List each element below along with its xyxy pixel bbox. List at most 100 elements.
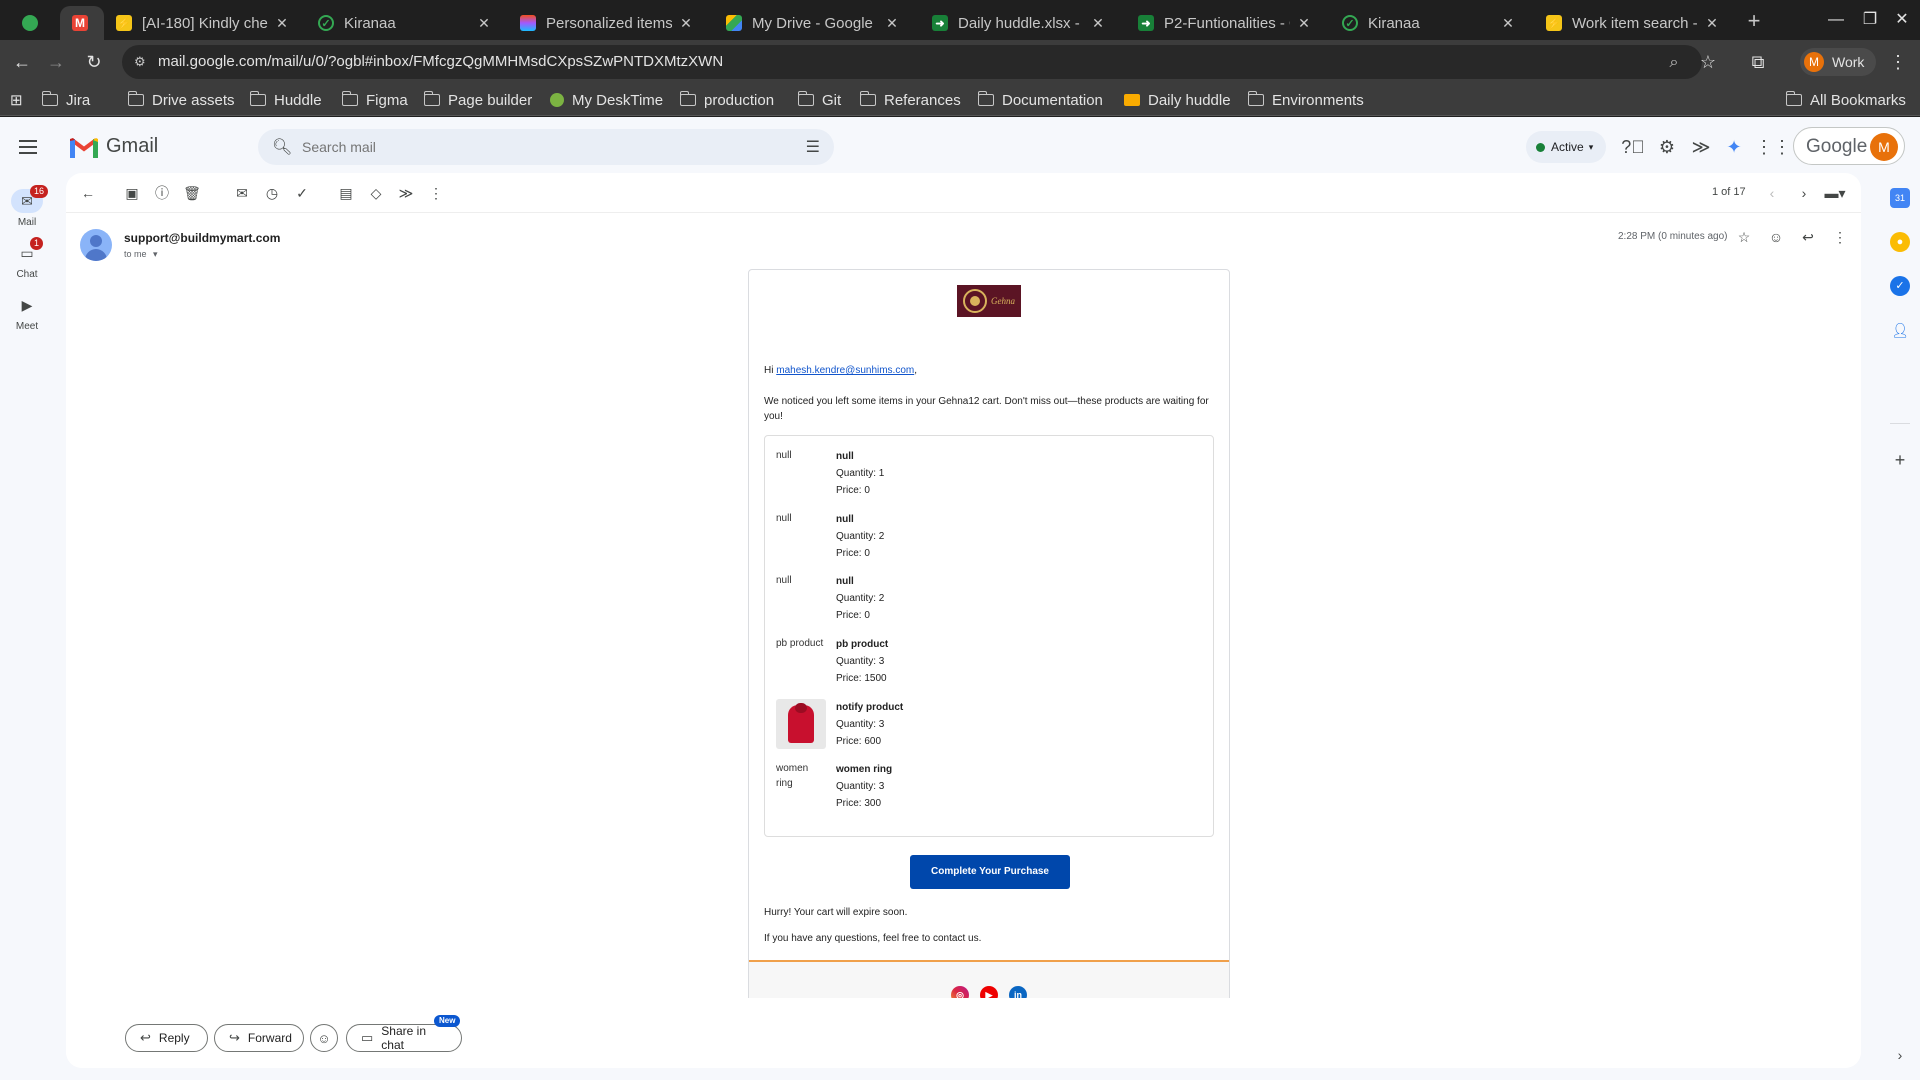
apps-script-icon[interactable]: ≫ (1689, 135, 1713, 159)
more-actions-icon[interactable]: ≫ (396, 183, 416, 203)
drive-icon (726, 15, 742, 31)
back-icon[interactable]: ← (8, 48, 36, 76)
tab-chrome[interactable] (10, 6, 54, 40)
google-apps-icon[interactable]: ⋮⋮ (1755, 135, 1791, 159)
report-spam-icon[interactable]: ⓘ (152, 183, 172, 203)
bookmark-documentation[interactable]: Documentation (977, 90, 1103, 110)
bookmark-jira[interactable]: Jira (41, 90, 90, 110)
all-bookmarks[interactable]: All Bookmarks (1785, 90, 1906, 110)
add-task-icon[interactable]: ✓ (292, 183, 312, 203)
url-text[interactable]: mail.google.com/mail/u/0/?ogbl#inbox/FMf… (158, 53, 723, 70)
tab-drive[interactable]: My Drive - Google D ✕ (714, 6, 910, 40)
close-icon[interactable]: ✕ (476, 15, 492, 32)
tab-p2-funtionalities[interactable]: ➜ P2-Funtionalities - G ✕ (1126, 6, 1322, 40)
gemini-icon[interactable]: ✦ (1722, 135, 1746, 159)
emoji-react-icon[interactable]: ☺ (1766, 227, 1786, 247)
label-icon[interactable]: ◇ (366, 183, 386, 203)
zoom-icon[interactable]: ⌕ (1664, 53, 1684, 73)
share-in-chat-button[interactable]: ▭ Share in chat (346, 1024, 462, 1052)
rail-chat[interactable]: ▭ Chat 1 (0, 237, 54, 280)
reload-icon[interactable]: ↻ (80, 48, 108, 76)
close-icon[interactable]: ✕ (884, 15, 900, 32)
item-image-broken: women ring (776, 763, 809, 789)
desktime-icon (550, 93, 564, 107)
tab-gmail[interactable]: M (60, 6, 104, 40)
tasks-icon[interactable]: ✓ (1890, 276, 1910, 296)
tab-jira-ai180[interactable]: ⚡ [AI-180] Kindly chec ✕ (104, 6, 300, 40)
bookmark-huddle[interactable]: Huddle (249, 90, 322, 110)
apps-grid-icon[interactable]: ⊞ (10, 90, 23, 110)
extensions-icon[interactable]: ⧉ (1744, 48, 1772, 76)
star-icon[interactable]: ☆ (1734, 227, 1754, 247)
tab-kiranaa[interactable]: ✓ Kiranaa ✕ (306, 6, 502, 40)
tab-figma[interactable]: Personalized items ✕ (508, 6, 704, 40)
bookmark-drive-assets[interactable]: Drive assets (127, 90, 235, 110)
bookmark-page-builder[interactable]: Page builder (423, 90, 532, 110)
reply-icon[interactable]: ↩ (1798, 227, 1818, 247)
contacts-icon[interactable]: 👤︎ (1890, 320, 1910, 340)
settings-gear-icon[interactable]: ⚙ (1655, 135, 1679, 159)
mark-unread-icon[interactable]: ✉ (232, 183, 252, 203)
new-tab-button[interactable]: + (1740, 8, 1768, 36)
message-pane: ← ▣ ⓘ 🗑︎ ✉ ◷ ✓ ▤ ◇ ≫ ⋮ 1 of 17 ‹ › ▬▾ su… (66, 173, 1861, 1068)
sender-email[interactable]: support@buildmymart.com (124, 231, 280, 245)
back-to-inbox-icon[interactable]: ← (78, 183, 98, 203)
recipient-email-link[interactable]: mahesh.kendre@sunhims.com (776, 365, 914, 376)
address-bar[interactable]: ⚙ mail.google.com/mail/u/0/?ogbl#inbox/F… (122, 45, 1702, 79)
calendar-icon[interactable]: 31 (1890, 188, 1910, 208)
bookmark-daily-huddle[interactable]: Daily huddle (1124, 90, 1231, 110)
gmail-logo[interactable]: Gmail (70, 135, 158, 158)
complete-purchase-button[interactable]: Complete Your Purchase (910, 855, 1070, 889)
reply-button[interactable]: ↩ Reply (125, 1024, 208, 1052)
move-to-icon[interactable]: ▤ (336, 183, 356, 203)
rail-mail[interactable]: ✉ Mail 16 (0, 185, 54, 228)
help-icon[interactable]: ?⃝ (1621, 135, 1645, 159)
delete-icon[interactable]: 🗑︎ (182, 183, 202, 203)
emoji-button[interactable]: ☺ (310, 1024, 338, 1052)
archive-icon[interactable]: ▣ (122, 183, 142, 203)
message-more-icon[interactable]: ⋮ (1830, 227, 1850, 247)
search-icon[interactable]: 🔍︎ (272, 137, 292, 157)
close-icon[interactable]: ✕ (1500, 15, 1516, 32)
bookmark-figma[interactable]: Figma (341, 90, 408, 110)
bookmark-referances[interactable]: Referances (859, 90, 961, 110)
bookmark-environments[interactable]: Environments (1247, 90, 1364, 110)
bookmark-git[interactable]: Git (797, 90, 841, 110)
bookmark-production[interactable]: production (679, 90, 774, 110)
input-tools-icon[interactable]: ▬▾ (1818, 183, 1852, 203)
forward-icon[interactable]: → (42, 48, 70, 76)
close-icon[interactable]: ✕ (274, 15, 290, 32)
more-vert-icon[interactable]: ⋮ (426, 183, 446, 203)
search-input[interactable] (302, 137, 762, 157)
bookmark-my-desktime[interactable]: My DeskTime (550, 90, 663, 110)
snooze-icon[interactable]: ◷ (262, 183, 282, 203)
browser-profile-chip[interactable]: M Work (1800, 48, 1876, 76)
older-chevron-icon[interactable]: › (1794, 183, 1814, 203)
add-addon-icon[interactable]: + (1890, 450, 1910, 470)
rail-meet[interactable]: ▶ Meet (0, 293, 54, 332)
close-icon[interactable]: ✕ (1296, 15, 1312, 32)
newer-chevron-icon[interactable]: ‹ (1762, 183, 1782, 203)
google-account-button[interactable]: Google M (1793, 127, 1905, 165)
main-menu-icon[interactable] (16, 135, 40, 159)
search-options-icon[interactable]: ☰ (806, 137, 820, 157)
tab-work-item-search[interactable]: ⚡ Work item search - ✕ (1534, 6, 1730, 40)
hide-panel-chevron-icon[interactable]: › (1890, 1045, 1910, 1065)
forward-button[interactable]: ↪ Forward (214, 1024, 304, 1052)
site-info-icon[interactable]: ⚙ (134, 54, 150, 70)
tab-kiranaa-2[interactable]: ✓ Kiranaa ✕ (1330, 6, 1526, 40)
recipient-details[interactable]: to me ▾ (124, 249, 158, 260)
close-icon[interactable]: ✕ (678, 15, 694, 32)
tab-daily-huddle[interactable]: ➜ Daily huddle.xlsx - G ✕ (920, 6, 1116, 40)
status-chip[interactable]: Active ▾ (1526, 131, 1606, 163)
close-window-icon[interactable]: ✕ (1882, 8, 1920, 32)
search-bar[interactable]: 🔍︎ ☰ (258, 129, 834, 165)
browser-tabstrip: M ⚡ [AI-180] Kindly chec ✕ ✓ Kiranaa ✕ P… (0, 0, 1920, 40)
mail-badge: 16 (30, 185, 49, 198)
reply-bar: ↩ Reply ↪ Forward ☺ ▭ Share in chat New (66, 998, 1861, 1068)
bookmark-star-icon[interactable]: ☆ (1694, 48, 1722, 76)
close-icon[interactable]: ✕ (1090, 15, 1106, 32)
close-icon[interactable]: ✕ (1704, 15, 1720, 32)
keep-icon[interactable]: ● (1890, 232, 1910, 252)
browser-menu-icon[interactable]: ⋮ (1884, 48, 1912, 76)
